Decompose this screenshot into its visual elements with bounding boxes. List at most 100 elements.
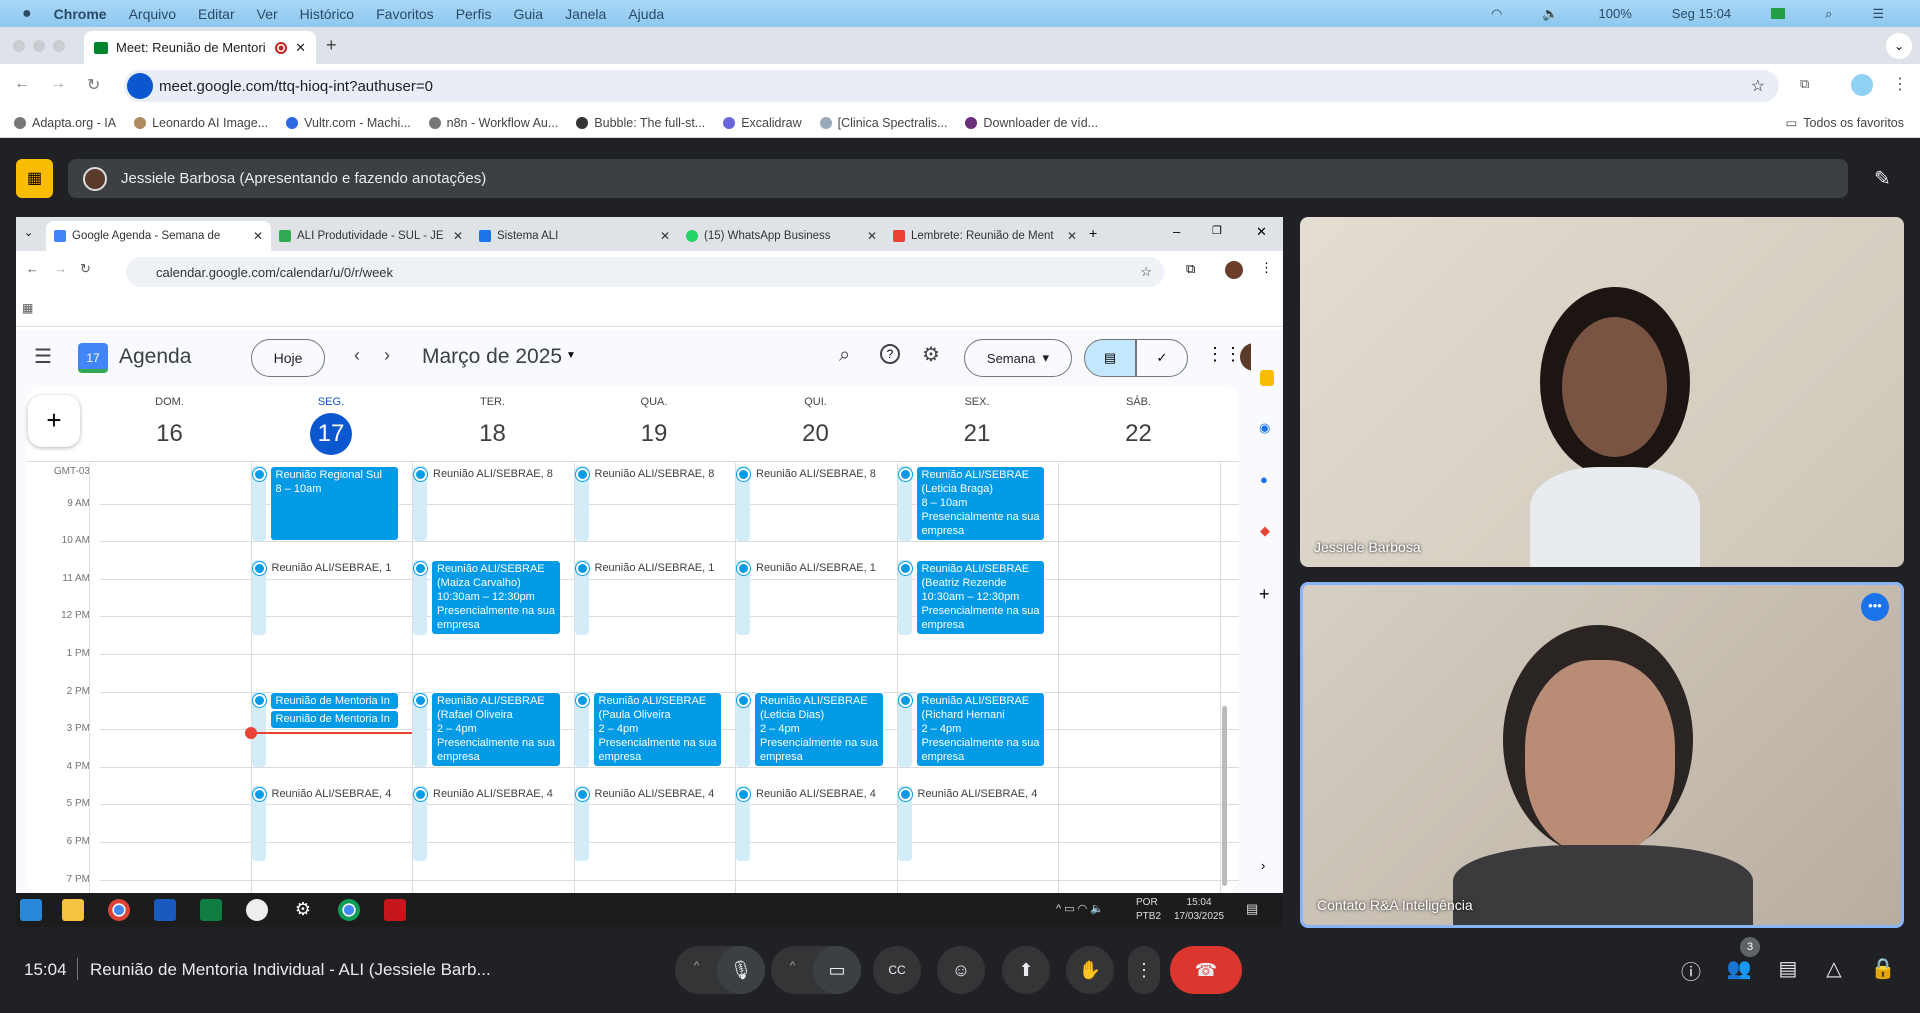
main-menu-icon[interactable]: ☰ (34, 344, 52, 369)
bookmark-clinica[interactable]: [Clinica Spectralis... (819, 116, 947, 130)
bookmark-star-icon[interactable]: ☆ (1751, 76, 1765, 96)
shared-profile-avatar[interactable] (1225, 261, 1243, 279)
event-title[interactable]: Reunião ALI/SEBRAE, 4 (756, 788, 884, 800)
photos-icon[interactable] (246, 899, 268, 921)
view-selector[interactable]: Semana ▾ (964, 339, 1072, 377)
day-number[interactable]: 19 (633, 413, 675, 455)
calendar-event[interactable]: Reunião ALI/SEBRAE (Richard Hernani 2 – 4p… (915, 691, 1045, 767)
chrome-taskbar-icon[interactable] (108, 899, 130, 921)
day-number[interactable]: 18 (472, 413, 514, 455)
calendar-event[interactable]: Reunião Regional Sul 8 – 10am (269, 466, 399, 542)
shared-url-field[interactable]: calendar.google.com/calendar/u/0/r/week ☆ (126, 257, 1164, 287)
clock[interactable]: Seg 15:04 (1672, 6, 1731, 21)
day-header[interactable]: TER. 18 (412, 386, 573, 455)
bookmark-n8n[interactable]: n8n - Workflow Au... (428, 116, 558, 130)
flag-icon[interactable] (1771, 8, 1786, 19)
create-event-button[interactable]: + (28, 395, 80, 447)
menu-guia[interactable]: Guia (513, 6, 543, 22)
shared-tab-whatsapp[interactable]: (15) WhatsApp Business ✕ (678, 221, 885, 251)
month-title[interactable]: Março de 2025 (422, 345, 562, 369)
leave-call-button[interactable]: ☎ (1170, 946, 1242, 994)
control-center-icon[interactable]: ☰ (1872, 6, 1884, 22)
tab-close-icon[interactable]: ✕ (295, 40, 306, 56)
new-tab-button[interactable]: + (326, 35, 337, 56)
tasks-view-toggle-icon[interactable]: ✓ (1136, 339, 1188, 377)
input-language[interactable]: POR PTB2 (1136, 896, 1161, 924)
activities-icon[interactable]: △ (1819, 956, 1849, 981)
raise-hand-button[interactable]: ✋ (1066, 946, 1114, 994)
annotate-pen-icon[interactable]: ✎ (1874, 166, 1891, 191)
event-title[interactable]: Reunião ALI/SEBRAE, 1 (756, 562, 884, 574)
window-close-button[interactable] (13, 40, 25, 52)
tab-search-chevron-icon[interactable]: ⌄ (1886, 33, 1912, 59)
bookmark-leonardo[interactable]: Leonardo AI Image... (134, 116, 268, 130)
battery-percent[interactable]: 100% (1599, 6, 1632, 21)
taskbar-clock[interactable]: 15:04 17/03/2025 (1174, 896, 1224, 924)
camera-button[interactable]: ▭ (813, 946, 861, 994)
event-title[interactable]: Reunião ALI/SEBRAE, 4 (272, 788, 400, 800)
meeting-info-icon[interactable]: ⓘ (1676, 956, 1706, 985)
bookmark-bubble[interactable]: Bubble: The full-st... (576, 116, 705, 130)
event-title[interactable]: Reunião ALI/SEBRAE, 4 (595, 788, 723, 800)
calendar-event[interactable]: Reunião de Mentoria In (269, 691, 399, 711)
shared-back-icon[interactable]: ← (26, 261, 39, 276)
captions-button[interactable]: CC (873, 946, 921, 994)
tab-meet[interactable]: Meet: Reunião de Mentori ✕ (84, 31, 316, 64)
day-header[interactable]: DOM. 16 (89, 386, 250, 455)
menu-historico[interactable]: Histórico (300, 6, 354, 22)
bookmark-excalidraw[interactable]: Excalidraw (723, 116, 802, 130)
day-number[interactable]: 20 (795, 413, 837, 455)
event-title[interactable]: Reunião ALI/SEBRAE, 4 (433, 788, 561, 800)
profile-avatar[interactable] (1851, 74, 1873, 96)
shared-tab-gmail[interactable]: Lembrete: Reunião de Ment ✕ (885, 221, 1085, 251)
calendar-event[interactable]: Reunião ALI/SEBRAE (Beatriz Rezende 10:30a… (915, 560, 1045, 636)
event-title[interactable]: Reunião ALI/SEBRAE, 8 (433, 468, 561, 480)
day-header[interactable]: SEG. 17 (251, 386, 412, 455)
maps-icon[interactable]: ◆ (1260, 523, 1270, 539)
month-dropdown-icon[interactable]: ▼ (566, 350, 576, 361)
calendar-event[interactable]: Reunião ALI/SEBRAE (Paula Oliveira 2 – 4pm… (592, 691, 722, 767)
shared-reload-icon[interactable]: ↻ (80, 261, 91, 277)
video-settings-chevron-icon[interactable]: ^ (790, 960, 795, 972)
next-week-icon[interactable]: › (384, 345, 390, 366)
present-screen-button[interactable]: ⬆ (1002, 946, 1050, 994)
bookmark-downloader[interactable]: Downloader de víd... (965, 116, 1098, 130)
window-zoom-button[interactable] (53, 40, 65, 52)
chat-icon[interactable]: ▤ (1773, 956, 1803, 981)
reactions-button[interactable]: ☺ (937, 946, 985, 994)
menu-janela[interactable]: Janela (565, 6, 606, 22)
extensions-icon[interactable]: ⧉ (1800, 76, 1809, 92)
participant-tile-self[interactable]: ••• Contato R&A Inteligência (1300, 582, 1904, 928)
volume-icon[interactable]: 🔈 (1542, 6, 1558, 22)
google-apps-icon[interactable]: ⋮⋮ (1206, 344, 1242, 365)
back-icon[interactable]: ← (14, 75, 30, 93)
chrome-profile-taskbar-icon[interactable] (338, 899, 360, 921)
acrobat-icon[interactable] (384, 899, 406, 921)
keep-icon[interactable] (1260, 370, 1274, 386)
apple-icon[interactable]: ● (22, 5, 32, 23)
word-icon[interactable] (154, 899, 176, 921)
day-header[interactable]: QUA. 19 (574, 386, 735, 455)
day-number[interactable]: 17 (310, 413, 352, 455)
shared-tab-agenda[interactable]: Google Agenda - Semana de ✕ (46, 221, 271, 251)
more-options-button[interactable]: ⋮ (1128, 946, 1160, 994)
menu-chrome[interactable]: Chrome (54, 6, 107, 22)
minimize-button[interactable]: – (1173, 224, 1180, 239)
event-title[interactable]: Reunião ALI/SEBRAE, 8 (595, 468, 723, 480)
spotlight-icon[interactable]: ⌕ (1825, 6, 1832, 22)
people-icon[interactable]: 👥 (1724, 956, 1754, 981)
day-number[interactable]: 16 (149, 413, 191, 455)
menu-arquivo[interactable]: Arquivo (129, 6, 176, 22)
menu-editar[interactable]: Editar (198, 6, 235, 22)
shared-forward-icon[interactable]: → (54, 261, 67, 276)
event-title[interactable]: Reunião ALI/SEBRAE, 1 (272, 562, 400, 574)
shared-tab-ali-produtividade[interactable]: ALI Produtividade - SUL - JE ✕ (271, 221, 471, 251)
notifications-icon[interactable]: ▤ (1246, 901, 1258, 917)
event-title[interactable]: Reunião ALI/SEBRAE, 1 (595, 562, 723, 574)
audio-settings-chevron-icon[interactable]: ^ (694, 960, 699, 972)
excel-icon[interactable] (200, 899, 222, 921)
participant-tile[interactable]: Jessiele Barbosa (1300, 217, 1904, 567)
tab-list-chevron-icon[interactable]: ⌄ (24, 226, 33, 239)
search-icon[interactable]: ⌕ (839, 344, 850, 367)
help-icon[interactable]: ? (880, 344, 900, 364)
